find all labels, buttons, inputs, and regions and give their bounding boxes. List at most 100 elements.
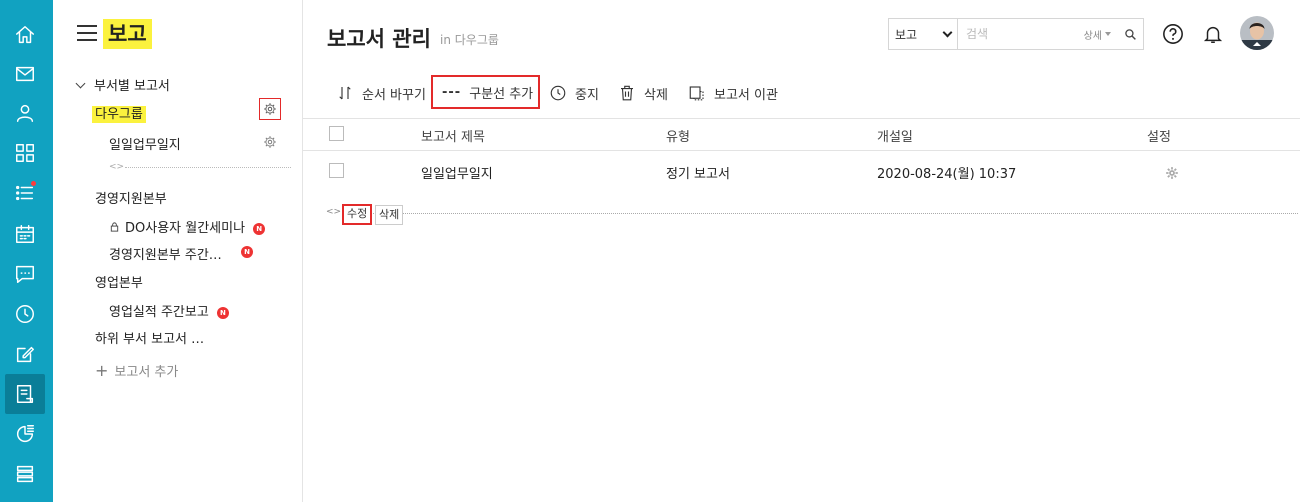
delete-button[interactable]: 삭제: [618, 80, 668, 106]
plus-icon: +: [95, 361, 109, 380]
search-button[interactable]: [1117, 19, 1143, 49]
search-box: 보고 상세: [888, 18, 1144, 50]
help-icon: [1163, 24, 1183, 44]
tree-item-label: 경영지원본부 주간…: [109, 248, 222, 263]
divider-line: [125, 167, 291, 168]
edit-divider-button[interactable]: 수정: [342, 204, 373, 225]
row-title[interactable]: 일일업무일지: [421, 163, 493, 182]
column-header-title[interactable]: 보고서 제목: [421, 126, 485, 145]
page-title: 보고서 관리: [327, 27, 431, 51]
delete-label: 삭제: [644, 87, 668, 103]
app-root: 보고 부서별 보고서 다우그룹 일일업무일지 <> 경영지원본부 DO사용자 월…: [0, 0, 1300, 502]
tree-item-support-weekly[interactable]: 경영지원본부 주간…: [109, 244, 222, 263]
column-header-type[interactable]: 유형: [666, 126, 690, 145]
notifications-button[interactable]: [1200, 21, 1226, 47]
tree-item-daou-group[interactable]: 다우그룹: [92, 103, 146, 123]
bell-icon: [1203, 26, 1223, 43]
tree-item-label: 다우그룹: [92, 106, 146, 123]
search-input[interactable]: [958, 19, 1084, 49]
stop-button[interactable]: 중지: [549, 80, 599, 106]
gear-icon: [264, 136, 276, 148]
transfer-label: 보고서 이관: [714, 87, 778, 103]
chevron-down-icon: [942, 27, 953, 37]
delete-divider-button[interactable]: 삭제: [375, 205, 404, 225]
calendar-icon[interactable]: [5, 214, 45, 254]
column-header-created[interactable]: 개설일: [877, 126, 913, 145]
tree-item-settings-button[interactable]: [259, 98, 281, 120]
contacts-icon[interactable]: [5, 93, 45, 133]
main-content: 보고서 관리 in 다우그룹 보고 상세: [303, 0, 1300, 502]
row-created-date: 2020-08-24(월) 10:37: [877, 167, 1017, 182]
edit-icon[interactable]: [5, 334, 45, 374]
tree-item-label: DO사용자 월간세미나: [125, 221, 246, 236]
dashed-line-icon: ---: [442, 84, 462, 100]
tree-item-label: 영업본부: [95, 276, 143, 291]
report-sidebar: 보고 부서별 보고서 다우그룹 일일업무일지 <> 경영지원본부 DO사용자 월…: [53, 0, 303, 502]
drag-handle-icon[interactable]: <>: [326, 207, 341, 217]
survey-chart-icon[interactable]: [5, 414, 45, 454]
drag-handle-icon[interactable]: <>: [109, 162, 124, 172]
sidebar-title: 보고: [103, 19, 152, 49]
sort-arrows-icon: [339, 86, 351, 100]
apps-grid-icon[interactable]: [5, 133, 45, 173]
divider-line: [343, 213, 1298, 214]
mail-icon[interactable]: [5, 54, 45, 94]
new-badge: N: [216, 306, 229, 319]
tree-item-sales-division[interactable]: 영업본부: [95, 272, 143, 291]
lock-icon: [110, 222, 119, 232]
select-all-checkbox[interactable]: [329, 126, 344, 141]
hamburger-menu-icon[interactable]: [77, 25, 97, 41]
tree-group-label: 부서별 보고서: [94, 79, 170, 94]
add-report-label: 보고서 추가: [114, 365, 179, 380]
row-checkbox[interactable]: [329, 163, 344, 178]
tree-item-do-seminar[interactable]: DO사용자 월간세미나 N: [109, 217, 266, 236]
tree-item-label: 경영지원본부: [95, 192, 167, 207]
user-avatar[interactable]: [1240, 16, 1274, 50]
task-list-icon[interactable]: [5, 173, 45, 213]
tree-item-label: 일일업무일지: [109, 138, 181, 153]
row-settings-button[interactable]: [1165, 166, 1179, 180]
table-header-border: [303, 150, 1300, 151]
trash-icon: [621, 85, 633, 101]
menu-stack-icon[interactable]: [5, 454, 45, 494]
stop-label: 중지: [575, 87, 599, 103]
tree-group-department-reports[interactable]: 부서별 보고서: [75, 75, 170, 94]
clock-icon: [550, 85, 566, 101]
search-detail-label: 상세: [1083, 30, 1102, 42]
page-subtitle: in 다우그룹: [440, 33, 499, 47]
avatar-icon: [1240, 16, 1274, 50]
new-badge: N: [253, 222, 266, 235]
table-top-border: [303, 118, 1300, 119]
tree-item-management-support[interactable]: 경영지원본부: [95, 188, 167, 207]
reorder-button[interactable]: 순서 바꾸기: [336, 80, 426, 106]
help-button[interactable]: [1160, 21, 1186, 47]
chat-icon[interactable]: [5, 254, 45, 294]
transfer-icon: [689, 86, 704, 101]
tree-item-sub-department-reports[interactable]: 하위 부서 보고서 …: [95, 328, 204, 347]
tree-item-sales-weekly[interactable]: 영업실적 주간보고 N: [109, 301, 229, 320]
new-badge: N: [241, 246, 253, 258]
home-icon[interactable]: [5, 15, 45, 55]
tree-item-settings-button[interactable]: [259, 131, 281, 153]
chevron-down-icon: [75, 78, 86, 89]
tree-item-daily-log[interactable]: 일일업무일지: [109, 134, 181, 153]
gear-icon: [1166, 167, 1178, 179]
add-divider-button[interactable]: --- 구분선 추가: [431, 75, 541, 109]
transfer-report-button[interactable]: 보고서 이관: [688, 80, 778, 106]
row-type: 정기 보고서: [666, 167, 730, 182]
clock-icon[interactable]: [5, 294, 45, 334]
search-scope-value: 보고: [895, 27, 918, 42]
search-detail-toggle[interactable]: 상세: [1084, 19, 1117, 49]
reorder-label: 순서 바꾸기: [362, 87, 426, 103]
caret-down-icon: [1105, 32, 1111, 36]
report-icon[interactable]: [5, 374, 45, 414]
search-scope-select[interactable]: 보고: [889, 19, 958, 49]
column-header-settings: 설정: [1147, 130, 1171, 145]
app-icon-rail: [0, 0, 53, 502]
add-divider-label: 구분선 추가: [469, 86, 534, 102]
gear-icon: [264, 103, 276, 115]
tree-item-label: 영업실적 주간보고: [109, 305, 209, 320]
add-report-button[interactable]: + 보고서 추가: [95, 361, 178, 380]
notification-dot: [31, 181, 36, 186]
search-icon: [1124, 28, 1136, 40]
